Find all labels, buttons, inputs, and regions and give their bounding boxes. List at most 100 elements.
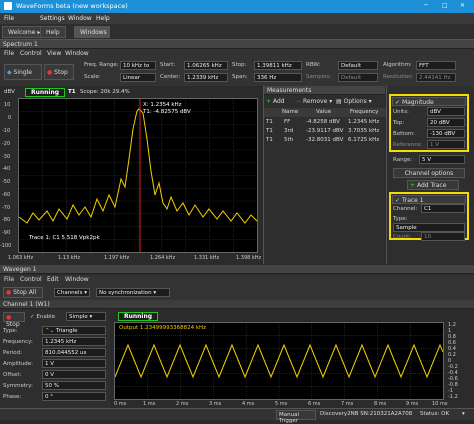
trace-section-header[interactable]: ✓ Trace 1 bbox=[392, 195, 466, 204]
spectrum-menu: File Control View Window bbox=[0, 49, 474, 59]
offset-input[interactable]: 0 V bbox=[42, 370, 106, 379]
amplitude-input[interactable]: 1 V bbox=[42, 359, 106, 368]
manual-trigger-button[interactable]: Manual Trigger bbox=[276, 410, 316, 424]
wavegen-menu-control[interactable]: Control bbox=[20, 276, 42, 283]
period-label: Period: bbox=[3, 350, 23, 356]
spectrum-menu-control[interactable]: Control bbox=[20, 50, 42, 57]
table-row[interactable]: T1 5th -32.8031 dBV 6.1725 kHz bbox=[264, 137, 386, 145]
single-button[interactable]: ◆ Single bbox=[4, 64, 42, 80]
stop-freq-label: Stop: bbox=[232, 62, 247, 68]
app-icon bbox=[4, 2, 12, 10]
trace-channel-select[interactable]: C1 bbox=[421, 204, 465, 213]
trace-type-select[interactable]: Sample bbox=[393, 223, 465, 232]
y-tick: -90 bbox=[2, 230, 11, 236]
stop-button[interactable]: ● Stop bbox=[44, 64, 74, 80]
wavegen-menu-edit[interactable]: Edit bbox=[47, 276, 59, 283]
enable-checkbox[interactable]: ✓ Enable bbox=[30, 314, 55, 320]
magnitude-section-header[interactable]: ✓ Magnitude bbox=[392, 97, 466, 106]
x-tick: 3 ms bbox=[209, 401, 222, 407]
scale-label: Scale: bbox=[84, 74, 101, 80]
period-input[interactable]: 810.044552 us bbox=[42, 348, 106, 357]
measurements-header: Name Value Frequency bbox=[264, 108, 386, 117]
bottom-input[interactable]: -130 dBV bbox=[427, 129, 465, 138]
stop-freq-input[interactable]: 1.39811 kHz bbox=[254, 61, 302, 70]
menu-settings[interactable]: Settings bbox=[40, 15, 65, 22]
range-label: Range: bbox=[393, 157, 413, 163]
menu-window[interactable]: Window bbox=[68, 15, 92, 22]
samples-select[interactable]: Default bbox=[338, 73, 378, 82]
wavegen-controls: ● Stop ✓ Enable Simple ▾ Type: ⌃⌄ Triang… bbox=[0, 310, 110, 408]
output-frequency-readout: Output 1.23499993368824 kHz bbox=[119, 325, 207, 331]
channel-options-button[interactable]: Channel options bbox=[393, 168, 465, 178]
plus-icon: + bbox=[410, 182, 416, 189]
units-select[interactable]: dBV bbox=[427, 107, 465, 116]
trace-count-input[interactable]: 10 bbox=[421, 232, 465, 241]
spectrum-plot[interactable]: X: 1.2354 kHz T1: -4.82575 dBV Trace 1: … bbox=[18, 98, 258, 253]
remove-measurement-button[interactable]: − Remove ▾ bbox=[296, 98, 332, 105]
minimize-icon[interactable]: ─ bbox=[424, 2, 428, 9]
x-tick: 7 ms bbox=[341, 401, 354, 407]
center-input[interactable]: 1.2339 kHz bbox=[184, 73, 228, 82]
units-label: Units: bbox=[393, 109, 409, 115]
y-tick: -60 bbox=[2, 192, 11, 198]
symmetry-input[interactable]: 50 % bbox=[42, 381, 106, 390]
y-tick: -10 bbox=[2, 128, 11, 134]
maximize-icon[interactable]: □ bbox=[442, 2, 448, 9]
top-input[interactable]: 20 dBV bbox=[427, 118, 465, 127]
tab-help[interactable]: Help bbox=[40, 26, 66, 38]
spectrum-menu-window[interactable]: Window bbox=[65, 50, 89, 57]
resolution-input[interactable]: 2.44141 Hz bbox=[416, 73, 456, 82]
tab-windows[interactable]: Windows bbox=[74, 26, 110, 38]
algorithm-select[interactable]: FFT bbox=[416, 61, 456, 70]
measurement-options-button[interactable]: ▤ Options ▾ bbox=[336, 98, 372, 105]
rbw-select[interactable]: Default bbox=[338, 61, 378, 70]
x-tick: 6 ms bbox=[308, 401, 321, 407]
x-tick: 8 ms bbox=[374, 401, 387, 407]
top-label: Top: bbox=[393, 120, 405, 126]
x-tick: 4 ms bbox=[242, 401, 255, 407]
wavegen-menu-file[interactable]: File bbox=[4, 276, 14, 283]
frequency-input[interactable]: 1.2345 kHz bbox=[42, 337, 106, 346]
x-tick: 9 ms bbox=[406, 401, 419, 407]
freq-range-select[interactable]: 10 kHz to bbox=[120, 61, 156, 70]
spectrum-menu-view[interactable]: View bbox=[47, 50, 61, 57]
trace-label: Trace 1: C1 5.518 Vpk2pk bbox=[29, 235, 100, 241]
wavegen-plot[interactable]: Output 1.23499993368824 kHz bbox=[114, 322, 444, 400]
status-options-icon[interactable]: ▾ bbox=[462, 411, 465, 417]
channel-title: Channel 1 (W1) bbox=[0, 300, 474, 309]
algorithm-label: Algorithm: bbox=[383, 62, 412, 68]
y-tick: 10 bbox=[4, 102, 11, 108]
wavegen-panel-title: Wavegen 1 bbox=[0, 265, 474, 274]
y-tick: -20 bbox=[2, 141, 11, 147]
range-select[interactable]: 5 V bbox=[419, 155, 465, 164]
trace-count-label: Count: bbox=[393, 234, 412, 240]
wavegen-menu-window[interactable]: Window bbox=[65, 276, 89, 283]
span-input[interactable]: 336 Hz bbox=[254, 73, 302, 82]
add-trace-button[interactable]: + Add Trace bbox=[407, 180, 459, 190]
mode-select[interactable]: Simple ▾ bbox=[66, 312, 106, 321]
y-tick: -30 bbox=[2, 154, 11, 160]
sync-select[interactable]: No synchronization ▾ bbox=[96, 288, 170, 297]
col-value: Value bbox=[316, 109, 332, 115]
wavegen-menu: File Control Edit Window bbox=[0, 275, 474, 285]
phase-input[interactable]: 0 ° bbox=[42, 392, 106, 401]
channel-stop-button[interactable]: ● Stop bbox=[3, 312, 25, 328]
options-icon: ▤ bbox=[336, 98, 342, 105]
menu-help[interactable]: Help bbox=[96, 15, 110, 22]
table-row[interactable]: T1 FF -4.8258 dBV 1.2345 kHz bbox=[264, 119, 386, 127]
spectrum-status-badge: Running bbox=[25, 88, 65, 97]
scale-select[interactable]: Linear bbox=[120, 73, 156, 82]
spectrum-toolbar: ◆ Single ● Stop Freq. Range: 10 kHz to S… bbox=[0, 59, 474, 86]
reference-input[interactable]: 1 V bbox=[427, 140, 465, 149]
menu-file[interactable]: File bbox=[4, 15, 14, 22]
close-icon[interactable]: ✕ bbox=[460, 2, 465, 9]
x-tick: 2 ms bbox=[176, 401, 189, 407]
start-input[interactable]: 1.06265 kHz bbox=[184, 61, 228, 70]
channels-select[interactable]: Channels ▾ bbox=[54, 288, 90, 297]
waveform-type-select[interactable]: ⌃⌄ Triangle bbox=[42, 326, 106, 335]
table-row[interactable]: T1 3rd -23.9117 dBV 3.7035 kHz bbox=[264, 128, 386, 136]
stop-all-button[interactable]: ● Stop All bbox=[3, 287, 43, 298]
add-measurement-button[interactable]: + Add bbox=[266, 98, 285, 105]
spectrum-menu-file[interactable]: File bbox=[4, 50, 14, 57]
symmetry-label: Symmetry: bbox=[3, 383, 33, 389]
